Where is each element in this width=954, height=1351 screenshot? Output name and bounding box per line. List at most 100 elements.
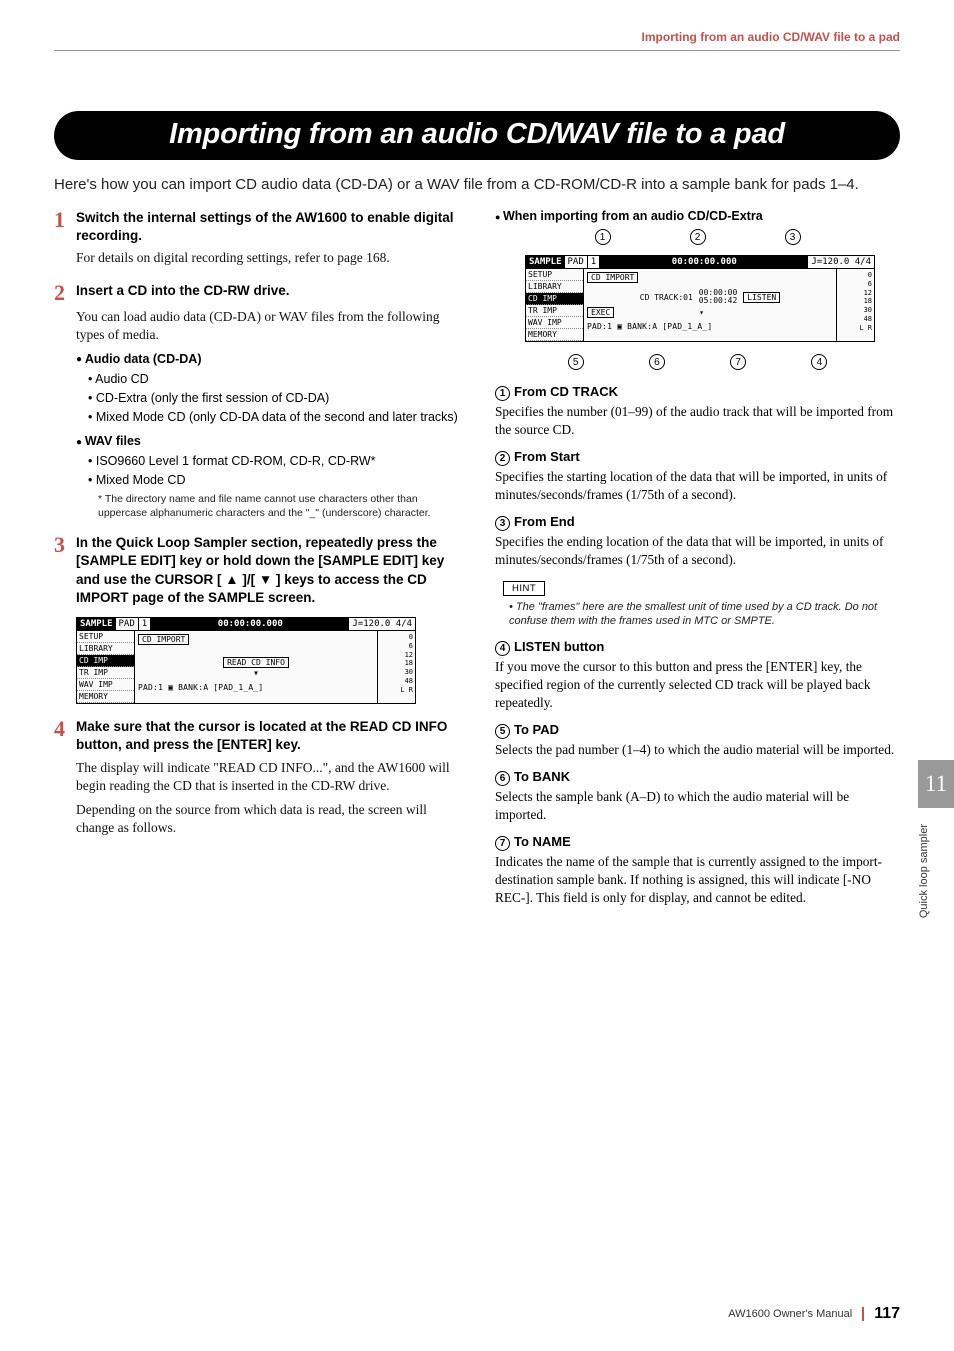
callout-circle: 2: [690, 229, 706, 245]
meter-mark: 30: [380, 668, 413, 677]
meter-mark: 0: [839, 271, 872, 280]
lcd-screen-figure: SAMPLE PAD 1 00:00:00.000 J=120.0 4/4 SE…: [525, 255, 875, 342]
screen-pad-label: PAD: [565, 256, 588, 268]
item-title: To PAD: [514, 722, 559, 737]
item-number: 1: [495, 386, 510, 401]
step-body: You can load audio data (CD-DA) or WAV f…: [76, 308, 459, 344]
item-number: 3: [495, 516, 510, 531]
hint-body: The "frames" here are the smallest unit …: [509, 600, 900, 630]
callout-circle: 6: [649, 354, 665, 370]
meter-mark: 48: [380, 677, 413, 686]
bullet-heading: When importing from an audio CD/CD-Extra: [495, 209, 900, 223]
step-body: Depending on the source from which data …: [76, 801, 459, 837]
menu-item: TR IMP: [526, 305, 583, 317]
step-number: 1: [54, 209, 70, 231]
screen-pad-label: PAD: [116, 618, 139, 630]
screen-menu: SETUP LIBRARY CD IMP TR IMP WAV IMP MEMO…: [526, 269, 584, 341]
bullet-heading: Audio data (CD-DA): [76, 352, 459, 366]
meter-mark: 0: [380, 633, 413, 642]
meter-mark: 12: [839, 289, 872, 298]
read-cd-info-button: READ CD INFO: [223, 657, 289, 668]
item-body: Selects the pad number (1–4) to which th…: [495, 741, 900, 759]
chapter-title: Quick loop sampler: [918, 824, 954, 918]
step-heading: Switch the internal settings of the AW16…: [76, 209, 459, 245]
running-header: Importing from an audio CD/WAV file to a…: [54, 30, 900, 51]
exec-button: EXEC: [587, 307, 614, 318]
level-meter: 0 6 12 18 30 48 L R: [377, 631, 415, 703]
item-body: Indicates the name of the sample that is…: [495, 853, 900, 907]
time-end: 05:00:42: [699, 297, 738, 305]
screen-pad-num: 1: [139, 618, 151, 630]
callout-circle: 3: [785, 229, 801, 245]
menu-item: LIBRARY: [77, 643, 134, 655]
menu-item: TR IMP: [77, 667, 134, 679]
screen-title: SAMPLE: [526, 256, 565, 268]
menu-item: CD IMP: [526, 293, 583, 305]
chapter-number: 11: [918, 760, 954, 808]
meter-mark: 18: [839, 297, 872, 306]
cd-import-label: CD IMPORT: [587, 272, 638, 283]
item-body: Specifies the number (01–99) of the audi…: [495, 403, 900, 439]
sub-list: ISO9660 Level 1 format CD-ROM, CD-R, CD-…: [88, 452, 459, 490]
item-number: 4: [495, 641, 510, 656]
callout-circle: 5: [568, 354, 584, 370]
screen-title: SAMPLE: [77, 618, 116, 630]
meter-mark: 30: [839, 306, 872, 315]
level-meter: 0 6 12 18 30 48 L R: [836, 269, 874, 341]
menu-item: SETUP: [77, 631, 134, 643]
step-heading: In the Quick Loop Sampler section, repea…: [76, 534, 459, 607]
callout-row-bottom: 5 6 7 4: [535, 354, 860, 370]
menu-item: WAV IMP: [526, 317, 583, 329]
screen-menu: SETUP LIBRARY CD IMP TR IMP WAV IMP MEMO…: [77, 631, 135, 703]
screen-time: 00:00:00.000: [151, 618, 349, 630]
left-column: 1 Switch the internal settings of the AW…: [54, 209, 459, 917]
callout-circle: 4: [811, 354, 827, 370]
side-tab: 11 Quick loop sampler: [918, 760, 954, 918]
item-number: 2: [495, 451, 510, 466]
item-title: From CD TRACK: [514, 384, 618, 399]
item-body: Specifies the starting location of the d…: [495, 468, 900, 504]
list-item: Mixed Mode CD: [88, 471, 459, 490]
meter-mark: L R: [380, 686, 413, 695]
screen-pad-num: 1: [588, 256, 600, 268]
item-body: If you move the cursor to this button an…: [495, 658, 900, 712]
cd-import-label: CD IMPORT: [138, 634, 189, 645]
screen-foot-label: PAD:1 ▣ BANK:A [PAD_1_A_]: [138, 683, 374, 692]
item-title: To NAME: [514, 834, 571, 849]
list-item: CD-Extra (only the first session of CD-D…: [88, 389, 459, 408]
callout-circle: 1: [595, 229, 611, 245]
step-body: For details on digital recording setting…: [76, 249, 459, 267]
page-number: 117: [874, 1305, 900, 1323]
bullet-heading: WAV files: [76, 434, 459, 448]
screen-tempo: J=120.0 4/4: [808, 256, 874, 268]
sub-list: Audio CD CD-Extra (only the first sessio…: [88, 370, 459, 426]
page-footer: AW1600 Owner's Manual 117: [728, 1305, 900, 1323]
screen-foot-label: PAD:1 ▣ BANK:A [PAD_1_A_]: [587, 322, 833, 331]
menu-item: SETUP: [526, 269, 583, 281]
meter-mark: 6: [380, 642, 413, 651]
menu-item: MEMORY: [77, 691, 134, 703]
menu-item: LIBRARY: [526, 281, 583, 293]
item-number: 7: [495, 836, 510, 851]
item-body: Specifies the ending location of the dat…: [495, 533, 900, 569]
callout-circle: 7: [730, 354, 746, 370]
meter-mark: 6: [839, 280, 872, 289]
step-heading: Make sure that the cursor is located at …: [76, 718, 459, 754]
manual-title: AW1600 Owner's Manual: [728, 1308, 852, 1320]
meter-mark: 18: [380, 659, 413, 668]
item-title: From Start: [514, 449, 580, 464]
item-title: LISTEN button: [514, 639, 604, 654]
meter-mark: 48: [839, 315, 872, 324]
item-title: From End: [514, 514, 575, 529]
step-body: The display will indicate "READ CD INFO.…: [76, 759, 459, 795]
lcd-screen-figure: SAMPLE PAD 1 00:00:00.000 J=120.0 4/4 SE…: [76, 617, 416, 704]
item-body: Selects the sample bank (A–D) to which t…: [495, 788, 900, 824]
right-column: When importing from an audio CD/CD-Extra…: [495, 209, 900, 917]
meter-mark: L R: [839, 324, 872, 333]
screen-time: 00:00:00.000: [600, 256, 808, 268]
item-number: 6: [495, 771, 510, 786]
meter-mark: 12: [380, 651, 413, 660]
step-heading: Insert a CD into the CD-RW drive.: [76, 282, 290, 300]
cd-track-label: CD TRACK:01: [640, 293, 693, 302]
menu-item: WAV IMP: [77, 679, 134, 691]
